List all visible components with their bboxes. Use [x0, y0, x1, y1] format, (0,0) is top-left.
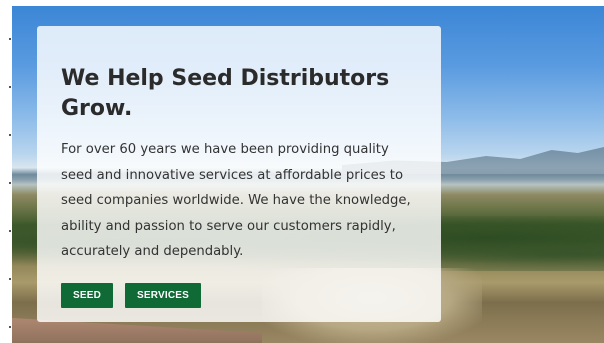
margin-dot: [9, 86, 11, 88]
hero-headline: We Help Seed Distributors Grow.: [61, 66, 390, 121]
margin-dot: [9, 134, 11, 136]
margin-dot: [9, 182, 11, 184]
margin-dot: [9, 278, 11, 280]
hero-button-row: SEED SERVICES: [61, 282, 417, 308]
left-margin-strip: [0, 0, 12, 343]
seed-button[interactable]: SEED: [61, 282, 114, 308]
margin-dot: [9, 230, 11, 232]
hero-description: For over 60 years we have been providing…: [61, 142, 411, 259]
hero-card: We Help Seed Distributors Grow. For over…: [37, 26, 441, 322]
margin-dot: [9, 38, 11, 40]
services-button[interactable]: SERVICES: [125, 282, 202, 308]
margin-dot: [9, 326, 11, 328]
